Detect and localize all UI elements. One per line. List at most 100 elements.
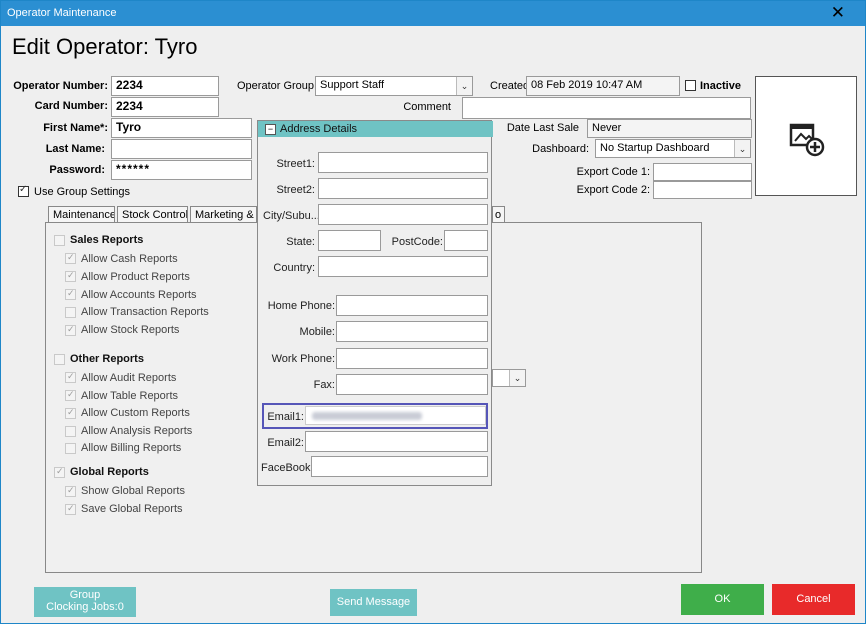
chevron-down-icon[interactable]: ⌄ xyxy=(456,77,472,95)
state-label: State: xyxy=(286,236,315,248)
allow-custom-reports-checkbox[interactable] xyxy=(65,407,76,419)
export-code-1-label: Export Code 1: xyxy=(576,166,650,178)
fax-field[interactable] xyxy=(336,374,488,395)
allow-product-reports-checkbox[interactable] xyxy=(65,270,76,282)
tab-maintenance[interactable]: Maintenance xyxy=(48,206,115,222)
facebook-field[interactable] xyxy=(311,456,488,477)
last-name-label: Last Name: xyxy=(45,143,105,155)
save-global-reports-checkbox[interactable] xyxy=(65,503,76,515)
allow-analysis-reports-checkbox[interactable] xyxy=(65,426,76,437)
chevron-down-icon[interactable]: ⌄ xyxy=(509,370,525,386)
allow-custom-reports-label: Allow Custom Reports xyxy=(81,407,190,419)
email1-highlight xyxy=(262,403,488,429)
allow-product-reports-label: Allow Product Reports xyxy=(81,271,190,283)
street1-field[interactable] xyxy=(318,152,488,173)
inactive-checkbox[interactable] xyxy=(685,80,696,91)
email2-field[interactable] xyxy=(305,431,488,452)
global-reports-checkbox[interactable] xyxy=(54,466,65,478)
comment-field[interactable] xyxy=(462,97,751,119)
password-field[interactable]: ****** xyxy=(111,160,252,180)
created-label: Created xyxy=(490,80,530,92)
other-reports-title: Other Reports xyxy=(70,353,144,365)
sales-reports-title: Sales Reports xyxy=(70,234,144,246)
export-code-2-field[interactable] xyxy=(653,181,752,199)
allow-table-reports-label: Allow Table Reports xyxy=(81,390,179,402)
address-details-title: Address Details xyxy=(280,123,358,135)
postcode-label: PostCode: xyxy=(391,236,443,248)
cancel-button[interactable]: Cancel xyxy=(772,584,855,615)
address-details-header[interactable]: − Address Details xyxy=(258,121,493,137)
allow-billing-reports-label: Allow Billing Reports xyxy=(81,442,182,454)
allow-audit-reports-label: Allow Audit Reports xyxy=(81,372,177,384)
address-details-popup: − Address Details Street1: Street2: City… xyxy=(257,120,493,486)
city-label: City/Subu... xyxy=(263,210,320,222)
allow-accounts-reports-label: Allow Accounts Reports xyxy=(81,289,197,301)
facebook-label: FaceBook: xyxy=(261,462,314,474)
email2-label: Email2: xyxy=(267,437,304,449)
ok-button[interactable]: OK xyxy=(681,584,764,615)
export-code-1-field[interactable] xyxy=(653,163,752,181)
show-global-reports-checkbox[interactable] xyxy=(65,485,76,497)
dashboard-value: No Startup Dashboard xyxy=(600,142,710,154)
date-last-sale-value: Never xyxy=(587,119,752,138)
allow-analysis-reports-label: Allow Analysis Reports xyxy=(81,425,193,437)
hidden-dropdown[interactable]: ⌄ xyxy=(492,369,526,387)
inactive-label: Inactive xyxy=(700,80,741,92)
operator-maintenance-window: Operator Maintenance ✕ Edit Operator: Ty… xyxy=(0,0,866,624)
global-reports-title: Global Reports xyxy=(70,466,149,478)
card-number-field[interactable]: 2234 xyxy=(111,97,219,117)
allow-cash-reports-label: Allow Cash Reports xyxy=(81,253,178,265)
home-phone-label: Home Phone: xyxy=(267,300,335,312)
add-image-icon[interactable] xyxy=(787,119,827,159)
allow-stock-reports-checkbox[interactable] xyxy=(65,324,76,336)
work-phone-label: Work Phone: xyxy=(271,353,335,365)
allow-table-reports-checkbox[interactable] xyxy=(65,389,76,401)
card-number-label: Card Number: xyxy=(34,100,108,112)
mobile-field[interactable] xyxy=(336,321,488,342)
window-title: Operator Maintenance xyxy=(7,7,117,19)
operator-group-value: Support Staff xyxy=(320,79,385,91)
tab-partial[interactable]: o xyxy=(492,206,505,222)
street2-field[interactable] xyxy=(318,178,488,199)
city-field[interactable] xyxy=(318,204,488,225)
comment-label: Comment xyxy=(403,101,451,113)
tab-stock-control[interactable]: Stock Control xyxy=(117,206,188,222)
password-label: Password: xyxy=(49,164,105,176)
operator-group-label: Operator Group: xyxy=(237,80,318,92)
allow-transaction-reports-checkbox[interactable] xyxy=(65,307,76,318)
export-code-2-label: Export Code 2: xyxy=(576,184,650,196)
collapse-icon[interactable]: − xyxy=(265,124,276,135)
street1-label: Street1: xyxy=(276,158,315,170)
page-title: Edit Operator: Tyro xyxy=(12,34,198,59)
allow-stock-reports-label: Allow Stock Reports xyxy=(81,324,180,336)
send-message-button[interactable]: Send Message xyxy=(330,589,417,616)
first-name-field[interactable]: Tyro xyxy=(111,118,252,138)
country-label: Country: xyxy=(273,262,315,274)
sales-reports-checkbox[interactable] xyxy=(54,235,65,246)
state-field[interactable] xyxy=(318,230,381,251)
work-phone-field[interactable] xyxy=(336,348,488,369)
allow-audit-reports-checkbox[interactable] xyxy=(65,371,76,383)
operator-photo-box[interactable] xyxy=(755,76,857,196)
country-field[interactable] xyxy=(318,256,488,277)
postcode-field[interactable] xyxy=(444,230,488,251)
created-value: 08 Feb 2019 10:47 AM xyxy=(526,76,680,96)
allow-billing-reports-checkbox[interactable] xyxy=(65,443,76,454)
chevron-down-icon[interactable]: ⌄ xyxy=(734,140,750,157)
last-name-field[interactable] xyxy=(111,139,252,159)
operator-number-label: Operator Number: xyxy=(13,80,108,92)
save-global-reports-label: Save Global Reports xyxy=(81,503,183,515)
allow-cash-reports-checkbox[interactable] xyxy=(65,252,76,264)
home-phone-field[interactable] xyxy=(336,295,488,316)
allow-accounts-reports-checkbox[interactable] xyxy=(65,288,76,300)
operator-number-field[interactable]: 2234 xyxy=(111,76,219,96)
show-global-reports-label: Show Global Reports xyxy=(81,485,185,497)
dashboard-dropdown[interactable]: No Startup Dashboard ⌄ xyxy=(595,139,751,158)
dashboard-label: Dashboard: xyxy=(532,143,589,155)
operator-group-dropdown[interactable]: Support Staff ⌄ xyxy=(315,76,473,96)
other-reports-checkbox[interactable] xyxy=(54,354,65,365)
group-clocking-jobs-button[interactable]: Group Clocking Jobs:0 xyxy=(34,587,136,617)
close-icon[interactable]: ✕ xyxy=(831,3,845,23)
tab-marketing[interactable]: Marketing & L xyxy=(190,206,257,222)
use-group-settings-checkbox[interactable] xyxy=(18,184,29,197)
